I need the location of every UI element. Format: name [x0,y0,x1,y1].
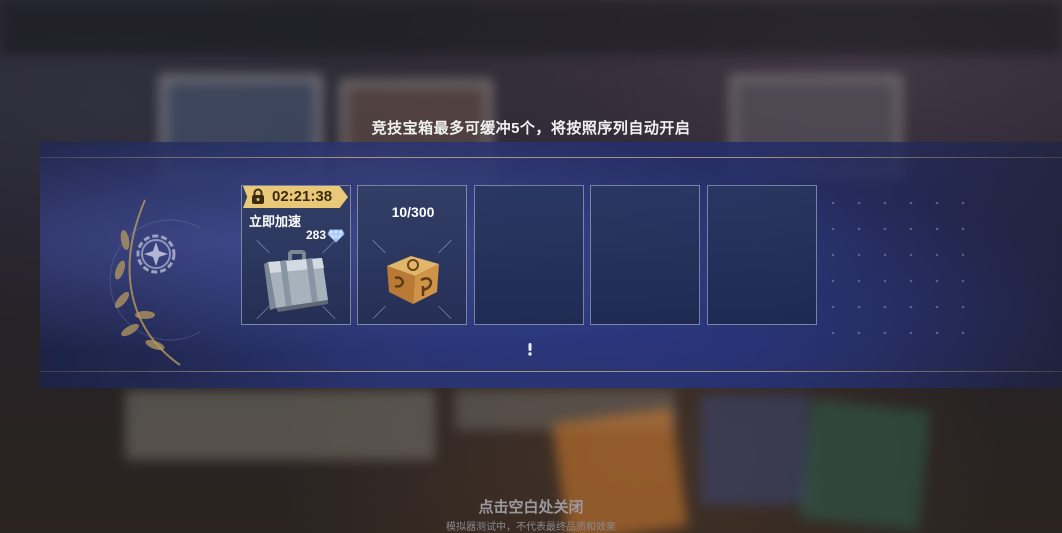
bronze-cube-chest-icon [387,256,439,304]
gear-star-emblem-icon [136,234,176,274]
chest-slot-3-empty[interactable] [474,185,584,325]
chest-progress: 10/300 [391,204,435,220]
silver-suitcase-icon [264,250,328,312]
background-card [700,395,810,505]
background-top-bar [0,0,1062,55]
gem-cost: 283 [305,228,326,242]
chest-slot-5-empty[interactable] [707,185,817,325]
unlock-timer: 02:21:38 [272,188,333,205]
chest-queue-popup[interactable]: 竞技宝箱最多可缓冲5个，将按照序列自动开启 02:21:38 立即加速 283 … [0,0,1062,533]
background-card [125,390,435,460]
emulator-note: 模拟器测试中，不代表最终品质和效果 [446,522,616,533]
band-divider-bottom [40,371,1062,372]
decorative-dot-grid [820,190,970,340]
close-hint[interactable]: 点击空白处关闭 [0,496,1062,517]
diamond-gem-icon [327,229,345,243]
speed-up-button[interactable]: 立即加速 [249,211,301,230]
chest-queue-notice: 竞技宝箱最多可缓冲5个，将按照序列自动开启 [371,120,691,137]
lock-icon [252,188,264,204]
band-divider-top [40,157,1062,158]
chest-slot-4-empty[interactable] [590,185,700,325]
exclamation-icon[interactable] [524,342,536,356]
